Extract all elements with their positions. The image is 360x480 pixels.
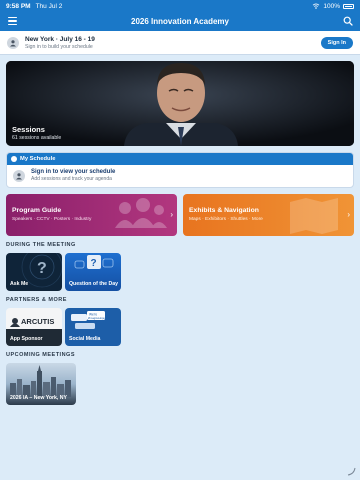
map-icon [290,198,338,234]
hamburger-menu-icon[interactable] [8,17,17,26]
my-schedule-card: My Schedule Sign in to view your schedul… [6,152,354,188]
my-schedule-header: My Schedule [7,153,353,165]
program-guide-title: Program Guide [12,207,62,214]
exhibits-navigation-tile[interactable]: Exhibits & Navigation Maps · Exhibitors … [183,194,354,236]
person-icon [7,36,19,49]
ask-me-card[interactable]: ? Ask Me [6,253,62,291]
battery-percent: 100% [323,2,340,10]
svg-text:?: ? [37,260,47,277]
schedule-prompt-title: Sign in to view your schedule [31,169,116,175]
battery-icon [343,3,354,9]
exhibits-subtitle: Maps · Exhibitors · Shuttles · More [189,217,263,222]
sponsor-logo-text: ARCUTIS [21,317,54,326]
program-guide-tile[interactable]: Program Guide Speakers · CCTV · Posters … [6,194,177,236]
social-media-card[interactable]: We're #ImagineHope Social Media [65,308,121,346]
clock-icon [11,156,17,162]
question-of-the-day-card[interactable]: ? Question of the Day [65,253,121,291]
sessions-banner[interactable]: Sessions 61 sessions available [6,61,354,146]
svg-text:#ImagineHope: #ImagineHope [88,316,105,320]
svg-text:?: ? [91,258,97,269]
app-sponsor-label: App Sponsor [10,336,43,342]
svg-text:We're: We're [89,313,97,317]
search-icon[interactable] [343,16,353,26]
my-schedule-title: My Schedule [20,156,56,162]
signin-prompt: Sign in to build your schedule [25,43,93,50]
question-of-the-day-label: Question of the Day [69,281,118,287]
app-sponsor-card[interactable]: ARCUTIS App Sponsor [6,308,62,346]
sessions-count: 61 sessions available [12,135,62,141]
people-icon [115,198,167,228]
exhibits-title: Exhibits & Navigation [189,207,259,214]
sign-in-button[interactable]: Sign In [320,36,353,49]
schedule-signin-prompt[interactable]: Sign in to view your schedule Add sessio… [7,165,353,186]
upcoming-meeting-label: 2026 IA – New York, NY [10,395,67,401]
chevron-right-icon: › [347,210,350,219]
section-partners: PARTNERS & MORE [6,297,67,303]
sessions-title: Sessions [12,125,45,134]
meeting-location: New York · July 16 - 19 [25,35,95,43]
social-media-label: Social Media [69,336,101,342]
signin-bar: New York · July 16 - 19 Sign in to build… [0,31,360,55]
ask-me-label: Ask Me [10,281,29,287]
nav-bar: 2026 Innovation Academy [0,12,360,31]
chevron-right-icon: › [170,210,173,219]
resize-handle-icon[interactable] [346,466,356,476]
status-bar: 9:58 PM Thu Jul 2 100% [0,0,360,12]
status-time: 9:58 PM [6,2,31,10]
speaker-photo [6,61,354,146]
schedule-prompt-subtitle: Add sessions and track your agenda [31,176,112,182]
section-upcoming: UPCOMING MEETINGS [6,352,76,358]
app-title: 2026 Innovation Academy [131,17,229,26]
arcutis-logo: ARCUTIS [10,317,54,327]
person-icon [13,169,25,182]
status-date: Thu Jul 2 [35,2,63,10]
wifi-icon [313,3,320,9]
section-during-meeting: DURING THE MEETING [6,242,76,248]
upcoming-meeting-card[interactable]: 2026 IA – New York, NY [6,363,76,405]
program-guide-subtitle: Speakers · CCTV · Posters · Industry [12,217,92,222]
